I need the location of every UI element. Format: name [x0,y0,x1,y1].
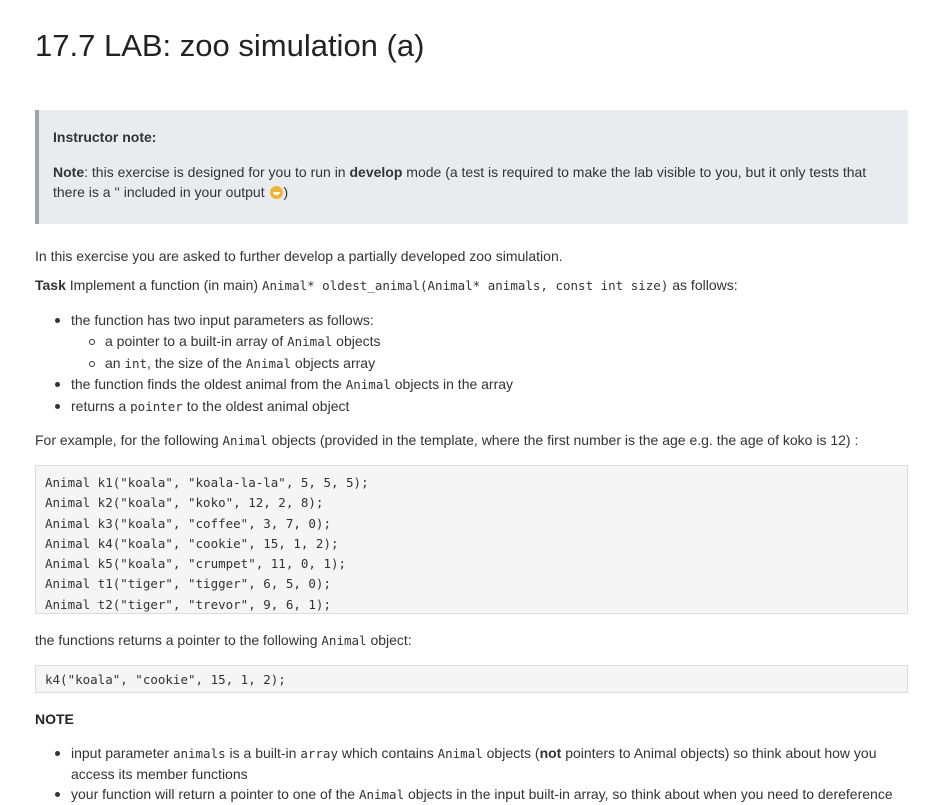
task-paragraph: Task Implement a function (in main) Anim… [35,275,738,296]
animals-code-block: Animal k1("koala", "koala-la-la", 5, 5, … [35,465,908,614]
list-item-text: which contains [337,745,438,761]
inline-code: Animal [222,433,268,448]
list-item-text: the function finds the oldest animal fro… [71,376,346,393]
note-heading: NOTE [35,711,74,727]
task-text-2: as follows: [668,277,738,293]
list-item-text: your function will return a pointer to o… [71,786,359,802]
result-text-2: object: [366,632,412,648]
list-item: the function has two input parameters as… [35,310,513,331]
inline-code: Animal [287,333,333,349]
list-item-text: objects in the array [390,376,514,393]
note-text-1: : this exercise is designed for you to r… [84,164,350,180]
list-item-text: the function has two input parameters as… [71,312,374,328]
code-line: Animal k1("koala", "koala-la-la", 5, 5, … [45,475,369,490]
inline-code: Animal [321,633,367,648]
example-paragraph: For example, for the following Animal ob… [35,430,858,451]
list-item-text: is a built-in [225,745,301,761]
emphasis-not: not [539,745,562,761]
list-item-text: a pointer to a built-in array of [105,332,288,349]
intro-paragraph: In this exercise you are asked to furthe… [35,248,563,264]
notes-list: input parameter animals is a built-in ar… [35,743,905,805]
inline-code: Animal [437,746,483,761]
develop-keyword: develop [349,164,403,180]
list-item-text: objects array [291,354,376,371]
list-item-text: to the oldest animal object [182,398,350,415]
instructor-note-text: Note: this exercise is designed for you … [53,162,894,202]
list-item: input parameter animals is a built-in ar… [35,743,905,784]
list-item: returns a pointer to the oldest animal o… [35,396,513,418]
code-line: Animal t2("tiger", "trevor", 9, 6, 1); [45,596,331,612]
code-line: Animal k2("koala", "koko", 12, 2, 8); [45,495,324,511]
list-item-text: input parameter [71,745,173,761]
list-item: a pointer to a built-in array of Animal … [35,331,513,353]
example-text-2: objects (provided in the template, where… [267,432,859,448]
inline-code: int [124,355,148,371]
grin-emoji-icon [270,186,284,199]
inline-code: Animal [358,787,405,802]
list-item-text: , the size of the [147,354,246,371]
list-item: an int, the size of the Animal objects a… [35,353,513,375]
page-title: 17.7 LAB: zoo simulation (a) [35,28,425,63]
result-code-block: k4("koala", "cookie", 15, 1, 2); [35,665,908,693]
list-item-text: objects [332,332,381,349]
instructor-note-box: Instructor note: Note: this exercise is … [35,110,908,224]
code-line: Animal k4("koala", "cookie", 15, 1, 2); [45,535,339,551]
list-item-text: an [105,354,125,371]
task-label: Task [35,277,66,293]
instructor-note-heading: Instructor note: [53,129,157,145]
task-text-1: Implement a function (in main) [65,277,262,293]
list-item: your function will return a pointer to o… [35,784,905,805]
example-text-1: For example, for the following [35,432,223,448]
list-item-text: objects in the input built-in array, so … [404,786,893,802]
inline-code: Animal [245,355,292,371]
note-label: Note [53,164,85,180]
function-signature: Animal* oldest_animal(Animal* animals, c… [261,278,669,293]
result-paragraph: the functions returns a pointer to the f… [35,630,412,651]
list-item-text: objects ( [482,745,540,761]
list-item: the function finds the oldest animal fro… [35,374,513,396]
code-line: Animal k5("koala", "crumpet", 11, 0, 1); [45,556,347,572]
code-line: Animal t1("tiger", "tigger", 6, 5, 0); [45,576,331,592]
result-text-1: the functions returns a pointer to the f… [35,632,322,648]
inline-code: array [300,746,338,761]
inline-code: animals [172,746,226,761]
inline-code: Animal [345,377,391,393]
note-text-3: ) [283,184,289,200]
code-line: Animal k3("koala", "coffee", 3, 7, 0); [45,515,331,531]
code-line: k4("koala", "cookie", 15, 1, 2); [45,672,286,687]
task-requirements-list: the function has two input parameters as… [35,310,513,418]
list-item-text: returns a [71,398,131,415]
inline-code: pointer [130,399,183,415]
